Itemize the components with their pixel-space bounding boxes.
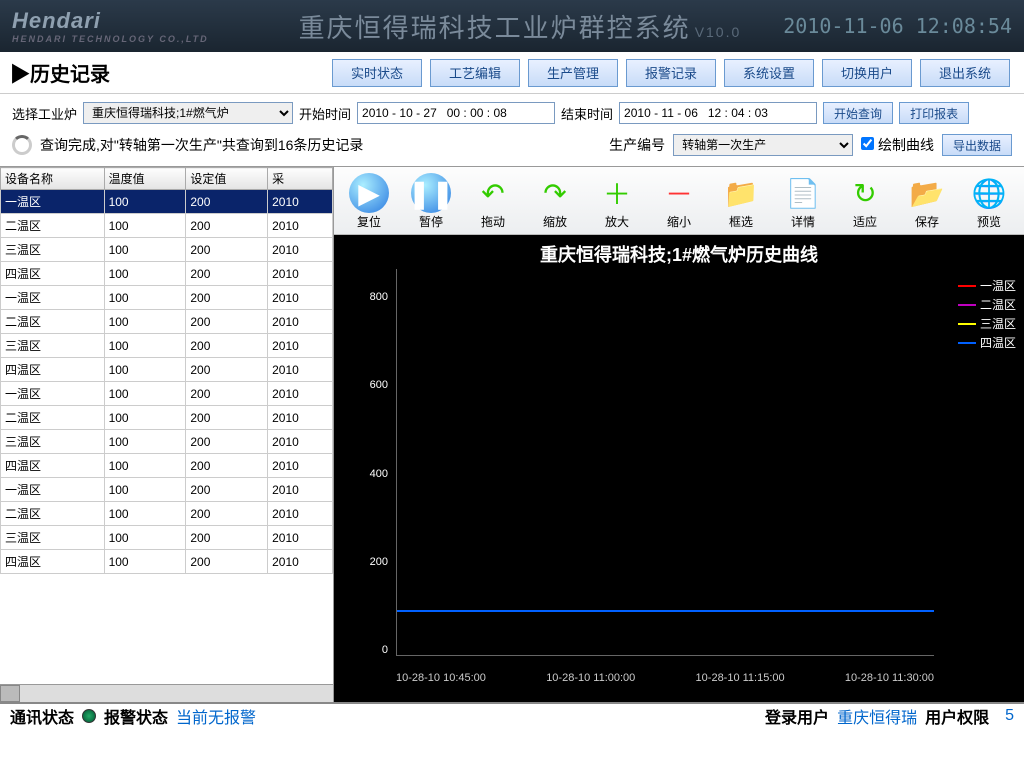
- page-title: ▶历史记录: [10, 58, 110, 87]
- nav-系统设置[interactable]: 系统设置: [724, 59, 814, 87]
- end-time-input[interactable]: [619, 102, 817, 124]
- tool-icon: －: [659, 173, 699, 213]
- start-time-input[interactable]: [357, 102, 555, 124]
- chart-tool-缩放[interactable]: ↷缩放: [524, 171, 586, 234]
- tool-icon: ❚❚: [411, 173, 451, 213]
- col-header[interactable]: 设备名称: [1, 168, 105, 190]
- chart-tool-预览[interactable]: 🌐预览: [958, 171, 1020, 234]
- table-row[interactable]: 二温区1002002010: [1, 502, 333, 526]
- comm-led-icon: [82, 709, 96, 723]
- nav-工艺编辑[interactable]: 工艺编辑: [430, 59, 520, 87]
- chart-tool-框选[interactable]: 📁框选: [710, 171, 772, 234]
- plot-area: [396, 269, 934, 656]
- tool-icon: ▶: [349, 173, 389, 213]
- draw-curve-checkbox[interactable]: 绘制曲线: [861, 135, 934, 155]
- legend-item: 三温区: [958, 315, 1016, 332]
- legend-item: 四温区: [958, 334, 1016, 351]
- perm-label: 用户权限: [925, 704, 989, 728]
- data-table-pane: 设备名称温度值设定值采一温区1002002010二温区1002002010三温区…: [0, 167, 334, 702]
- chart-tool-放大[interactable]: ＋放大: [586, 171, 648, 234]
- comm-status-label: 通讯状态: [10, 704, 74, 728]
- table-row[interactable]: 三温区1002002010: [1, 526, 333, 550]
- table-row[interactable]: 三温区1002002010: [1, 238, 333, 262]
- chart-toolbar: ▶复位❚❚暂停↶拖动↷缩放＋放大－缩小📁框选📄详情↻适应📂保存🌐预览: [334, 167, 1024, 235]
- start-time-label: 开始时间: [299, 104, 351, 123]
- table-row[interactable]: 三温区1002002010: [1, 430, 333, 454]
- nav-退出系统[interactable]: 退出系统: [920, 59, 1010, 87]
- chart-tool-缩小[interactable]: －缩小: [648, 171, 710, 234]
- chart-tool-拖动[interactable]: ↶拖动: [462, 171, 524, 234]
- legend-item: 一温区: [958, 277, 1016, 294]
- chart-tool-适应[interactable]: ↻适应: [834, 171, 896, 234]
- nav-生产管理[interactable]: 生产管理: [528, 59, 618, 87]
- furnace-label: 选择工业炉: [12, 104, 77, 123]
- tool-icon: ↶: [473, 173, 513, 213]
- chart-tool-暂停[interactable]: ❚❚暂停: [400, 171, 462, 234]
- user-label: 登录用户: [765, 704, 829, 728]
- chart-tool-详情[interactable]: 📄详情: [772, 171, 834, 234]
- production-select[interactable]: 转轴第一次生产: [673, 134, 853, 156]
- col-header[interactable]: 采: [268, 168, 333, 190]
- loading-spinner-icon: [12, 135, 32, 155]
- chart-area[interactable]: 重庆恒得瑞科技;1#燃气炉历史曲线 一温区二温区三温区四温区 020040060…: [334, 235, 1024, 702]
- status-bar: 通讯状态 报警状态 当前无报警 登录用户 重庆恒得瑞 用户权限 5: [0, 702, 1024, 728]
- perm-value: 5: [1005, 707, 1014, 725]
- status-message: 查询完成,对"转轴第一次生产"共查询到16条历史记录: [40, 135, 363, 155]
- tool-icon: ↻: [845, 173, 885, 213]
- table-row[interactable]: 四温区1002002010: [1, 454, 333, 478]
- chart-title: 重庆恒得瑞科技;1#燃气炉历史曲线: [334, 235, 1024, 273]
- table-row[interactable]: 四温区1002002010: [1, 550, 333, 574]
- tool-icon: 📂: [907, 173, 947, 213]
- alarm-status-label: 报警状态: [104, 704, 168, 728]
- production-label: 生产编号: [609, 135, 665, 155]
- filter-bar-1: 选择工业炉 重庆恒得瑞科技;1#燃气炉 开始时间 结束时间 开始查询 打印报表: [0, 94, 1024, 128]
- tool-icon: 📄: [783, 173, 823, 213]
- alarm-status-value: 当前无报警: [176, 704, 256, 728]
- table-row[interactable]: 二温区1002002010: [1, 214, 333, 238]
- x-axis: 10-28-10 10:45:0010-28-10 11:00:0010-28-…: [396, 672, 934, 684]
- query-button[interactable]: 开始查询: [823, 102, 893, 124]
- table-row[interactable]: 二温区1002002010: [1, 310, 333, 334]
- furnace-select[interactable]: 重庆恒得瑞科技;1#燃气炉: [83, 102, 293, 124]
- table-row[interactable]: 一温区1002002010: [1, 478, 333, 502]
- table-row[interactable]: 四温区1002002010: [1, 262, 333, 286]
- legend-item: 二温区: [958, 296, 1016, 313]
- table-row[interactable]: 二温区1002002010: [1, 406, 333, 430]
- chart-legend: 一温区二温区三温区四温区: [958, 275, 1016, 353]
- clock: 2010-11-06 12:08:54: [783, 14, 1012, 38]
- table-row[interactable]: 一温区1002002010: [1, 382, 333, 406]
- tool-icon: ↷: [535, 173, 575, 213]
- user-value: 重庆恒得瑞: [837, 704, 917, 728]
- nav-切换用户[interactable]: 切换用户: [822, 59, 912, 87]
- main-toolbar: ▶历史记录 实时状态工艺编辑生产管理报警记录系统设置切换用户退出系统: [0, 52, 1024, 94]
- print-button[interactable]: 打印报表: [899, 102, 969, 124]
- history-table[interactable]: 设备名称温度值设定值采一温区1002002010二温区1002002010三温区…: [0, 167, 333, 574]
- col-header[interactable]: 设定值: [186, 168, 268, 190]
- horizontal-scrollbar[interactable]: [0, 684, 333, 702]
- logo: Hendari HENDARI TECHNOLOGY CO.,LTD: [12, 8, 209, 44]
- col-header[interactable]: 温度值: [104, 168, 186, 190]
- end-time-label: 结束时间: [561, 104, 613, 123]
- chart-tool-复位[interactable]: ▶复位: [338, 171, 400, 234]
- chart-tool-保存[interactable]: 📂保存: [896, 171, 958, 234]
- nav-实时状态[interactable]: 实时状态: [332, 59, 422, 87]
- export-button[interactable]: 导出数据: [942, 134, 1012, 156]
- table-row[interactable]: 三温区1002002010: [1, 334, 333, 358]
- tool-icon: 🌐: [969, 173, 1009, 213]
- app-title: 重庆恒得瑞科技工业炉群控系统V10.0: [299, 8, 742, 45]
- table-row[interactable]: 一温区1002002010: [1, 190, 333, 214]
- app-header: Hendari HENDARI TECHNOLOGY CO.,LTD 重庆恒得瑞…: [0, 0, 1024, 52]
- tool-icon: 📁: [721, 173, 761, 213]
- chart-pane: ▶复位❚❚暂停↶拖动↷缩放＋放大－缩小📁框选📄详情↻适应📂保存🌐预览 重庆恒得瑞…: [334, 167, 1024, 702]
- table-row[interactable]: 四温区1002002010: [1, 358, 333, 382]
- y-axis: 0200400600800: [362, 265, 392, 662]
- status-row: 查询完成,对"转轴第一次生产"共查询到16条历史记录 生产编号 转轴第一次生产 …: [0, 128, 1024, 166]
- nav-报警记录[interactable]: 报警记录: [626, 59, 716, 87]
- main-content: 设备名称温度值设定值采一温区1002002010二温区1002002010三温区…: [0, 166, 1024, 702]
- table-row[interactable]: 一温区1002002010: [1, 286, 333, 310]
- tool-icon: ＋: [597, 173, 637, 213]
